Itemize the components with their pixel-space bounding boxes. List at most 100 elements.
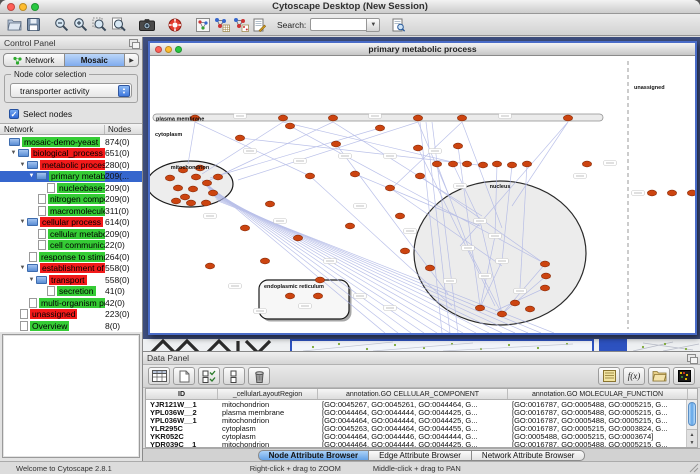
network-view-window[interactable]: primary metabolic process bbox=[148, 41, 697, 335]
help-icon[interactable] bbox=[165, 16, 184, 34]
open-attribute-file-icon[interactable] bbox=[648, 367, 670, 385]
network-node[interactable] bbox=[540, 285, 549, 291]
network-node[interactable] bbox=[522, 161, 531, 167]
network-overview-icon[interactable] bbox=[193, 16, 212, 34]
zoom-fit-icon[interactable] bbox=[109, 16, 128, 34]
network-node[interactable] bbox=[453, 143, 462, 149]
network-node[interactable] bbox=[260, 258, 269, 264]
network-node[interactable] bbox=[235, 135, 244, 141]
tree-item[interactable]: cellular metabo209(0) bbox=[0, 228, 142, 240]
close-window-icon[interactable] bbox=[7, 3, 15, 11]
network-node[interactable] bbox=[582, 161, 591, 167]
tree-item[interactable]: ▼transport558(0) bbox=[0, 274, 142, 286]
attribute-grid-icon[interactable] bbox=[223, 367, 245, 385]
network-node[interactable] bbox=[191, 174, 200, 180]
tree-item[interactable]: cell communicat22(0) bbox=[0, 240, 142, 252]
network-canvas[interactable]: plasma membrane cytoplasm mitochondrion … bbox=[150, 56, 695, 333]
tree-item[interactable]: nitrogen compo209(0) bbox=[0, 194, 142, 206]
network-node[interactable] bbox=[507, 162, 516, 168]
destroy-network-icon[interactable] bbox=[212, 16, 231, 34]
select-attributes-icon[interactable] bbox=[148, 367, 170, 385]
tree-item[interactable]: response to stimulu264(0) bbox=[0, 251, 142, 263]
close-view-icon[interactable] bbox=[155, 46, 162, 53]
tree-item[interactable]: ▼establishment of lo558(0) bbox=[0, 263, 142, 275]
network-node[interactable] bbox=[432, 161, 441, 167]
network-node[interactable] bbox=[457, 115, 466, 121]
tree-item[interactable]: Overview8(0) bbox=[0, 320, 142, 332]
node-color-select[interactable]: transporter activity ▲▼ bbox=[10, 83, 132, 98]
network-node[interactable] bbox=[385, 185, 394, 191]
network-node[interactable] bbox=[293, 235, 302, 241]
destroy-view-icon[interactable] bbox=[231, 16, 250, 34]
network-node[interactable] bbox=[285, 293, 294, 299]
network-node[interactable] bbox=[425, 265, 434, 271]
maximize-window-icon[interactable] bbox=[31, 3, 39, 11]
tree-header-network[interactable]: Network bbox=[0, 125, 105, 134]
network-node[interactable] bbox=[478, 162, 487, 168]
expand-arrow-icon[interactable]: ▼ bbox=[9, 150, 18, 156]
network-node[interactable] bbox=[240, 225, 249, 231]
network-node[interactable] bbox=[647, 190, 656, 196]
network-node[interactable] bbox=[202, 180, 211, 186]
network-node[interactable] bbox=[413, 115, 422, 121]
tab-node-attribute-browser[interactable]: Node Attribute Browser bbox=[258, 450, 370, 461]
tree-item[interactable]: mosaic-demo-yeast874(0) bbox=[0, 136, 142, 148]
annotation-icon[interactable] bbox=[250, 16, 269, 34]
network-node[interactable] bbox=[375, 125, 384, 131]
minimize-window-icon[interactable] bbox=[19, 3, 27, 11]
attribute-equation-icon[interactable]: f(x) bbox=[623, 367, 645, 385]
tree-item[interactable]: unassigned223(0) bbox=[0, 309, 142, 321]
table-row[interactable]: YDR039C__1mitochondrion[GO:0044464, GO:0… bbox=[146, 440, 686, 447]
advanced-search-icon[interactable] bbox=[389, 16, 408, 34]
save-session-icon[interactable] bbox=[24, 16, 43, 34]
birdseye-view[interactable] bbox=[2, 334, 140, 459]
column-header[interactable]: annotation.GO CELLULAR_COMPONENT bbox=[318, 389, 508, 399]
network-node[interactable] bbox=[328, 115, 337, 121]
network-node[interactable] bbox=[205, 263, 214, 269]
open-session-icon[interactable] bbox=[5, 16, 24, 34]
network-node[interactable] bbox=[186, 200, 195, 206]
network-node[interactable] bbox=[331, 141, 340, 147]
tab-network-attribute-browser[interactable]: Network Attribute Browser bbox=[471, 450, 585, 461]
network-node[interactable] bbox=[448, 161, 457, 167]
expand-arrow-icon[interactable]: ▼ bbox=[18, 219, 27, 225]
network-node[interactable] bbox=[687, 190, 695, 196]
column-header[interactable]: ID bbox=[146, 389, 218, 399]
snapshot-icon[interactable] bbox=[137, 16, 156, 34]
tree-item[interactable]: secretion41(0) bbox=[0, 286, 142, 298]
zoom-selected-icon[interactable] bbox=[90, 16, 109, 34]
network-node[interactable] bbox=[165, 175, 174, 181]
tree-item[interactable]: nucleobase-209(0) bbox=[0, 182, 142, 194]
network-node[interactable] bbox=[510, 300, 519, 306]
tree-item[interactable]: ▼primary metabo209(... bbox=[0, 171, 142, 183]
expand-arrow-icon[interactable]: ▼ bbox=[18, 162, 27, 168]
network-node[interactable] bbox=[188, 186, 197, 192]
zoom-out-icon[interactable] bbox=[52, 16, 71, 34]
network-node[interactable] bbox=[345, 223, 354, 229]
column-header[interactable]: _cellularLayoutRegion bbox=[218, 389, 318, 399]
tab-network[interactable]: Network bbox=[3, 53, 65, 67]
tree-header-nodes[interactable]: Nodes bbox=[105, 125, 142, 134]
select-nodes-checkbox[interactable]: ✓ bbox=[9, 109, 19, 119]
network-node[interactable] bbox=[413, 145, 422, 151]
network-node[interactable] bbox=[395, 213, 404, 219]
import-attributes-icon[interactable] bbox=[598, 367, 620, 385]
resize-grip-icon[interactable] bbox=[689, 463, 699, 473]
network-node[interactable] bbox=[180, 194, 189, 200]
expand-arrow-icon[interactable]: ▼ bbox=[27, 173, 36, 179]
network-node[interactable] bbox=[201, 200, 210, 206]
network-node[interactable] bbox=[171, 198, 180, 204]
search-dropdown-icon[interactable]: ▼ bbox=[366, 18, 380, 32]
network-node[interactable] bbox=[265, 201, 274, 207]
zoom-in-icon[interactable] bbox=[71, 16, 90, 34]
attribute-checklist-icon[interactable] bbox=[198, 367, 220, 385]
tree-item[interactable]: ▼cellular process614(0) bbox=[0, 217, 142, 229]
network-node[interactable] bbox=[285, 123, 294, 129]
matrix-icon[interactable] bbox=[673, 367, 695, 385]
more-tabs-arrow-icon[interactable]: ▶ bbox=[125, 53, 139, 67]
network-node[interactable] bbox=[415, 173, 424, 179]
scrollbar-arrows[interactable]: ▲▼ bbox=[687, 429, 697, 447]
network-node[interactable] bbox=[278, 115, 287, 121]
network-node[interactable] bbox=[305, 173, 314, 179]
network-node[interactable] bbox=[462, 161, 471, 167]
